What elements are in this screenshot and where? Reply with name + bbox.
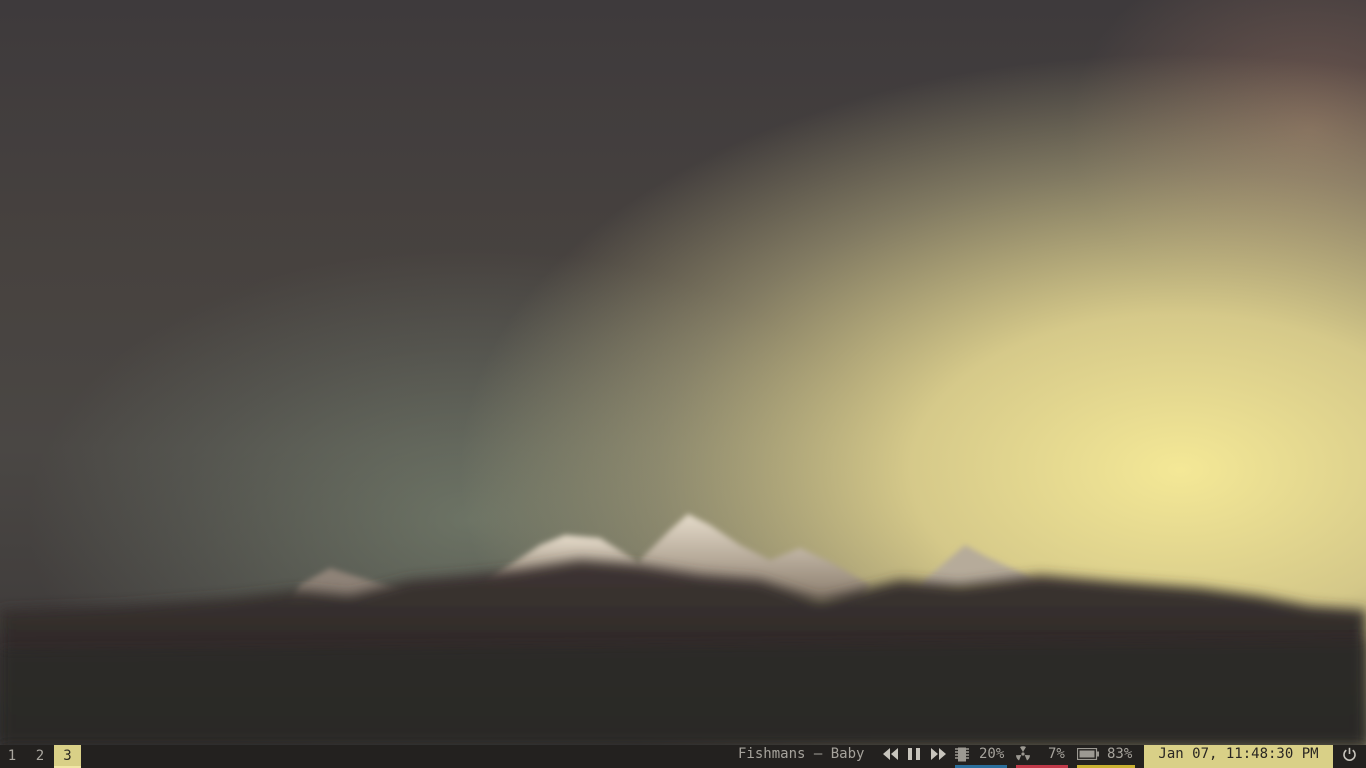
memory-chip-icon [953,745,971,763]
battery-icon [1076,745,1100,763]
workspace-3-button[interactable]: 3 [54,745,81,768]
rewind-icon[interactable] [880,745,900,763]
workspace-2-button[interactable]: 2 [27,745,53,768]
now-playing-label: Fishmans – Baby [738,746,865,762]
status-panel: 1 2 3 Fishmans – Baby 20% 7% 83% Jan 07,… [0,745,1366,768]
pause-icon[interactable] [904,745,924,763]
desktop-wallpaper [0,0,1366,745]
fast-forward-icon[interactable] [928,745,948,763]
radioactive-icon [1014,745,1032,763]
mountain-silhouette [0,514,1366,745]
workspace-1-button[interactable]: 1 [0,745,24,768]
clock-display[interactable]: Jan 07, 11:48:30 PM [1144,745,1333,768]
power-icon[interactable] [1340,745,1358,763]
